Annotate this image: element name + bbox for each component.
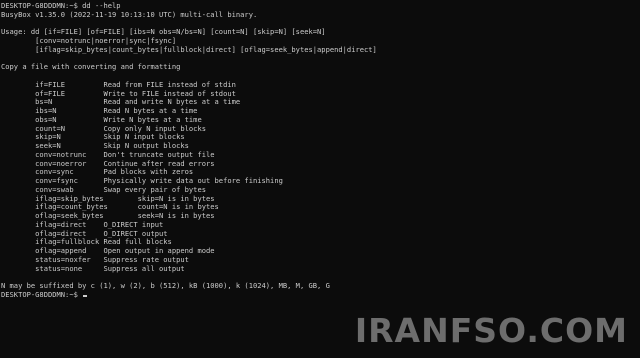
command-prompt[interactable]: DESKTOP-G8DDDMN:~$: [1, 291, 637, 300]
output-line: count=N Copy only N input blocks: [1, 124, 206, 133]
terminal-window[interactable]: DESKTOP-G8DDDMN:~$ dd --help BusyBox v1.…: [0, 0, 640, 358]
output-line: Copy a file with converting and formatti…: [1, 63, 181, 72]
text-cursor: [83, 294, 88, 297]
output-line: [iflag=skip_bytes|count_bytes|fullblock|…: [1, 45, 377, 54]
output-line: skip=N Skip N input blocks: [1, 133, 185, 142]
output-line: DESKTOP-G8DDDMN:~$ dd --help: [1, 2, 121, 10]
output-line: oflag=direct O_DIRECT output: [1, 229, 168, 238]
output-line: iflag=skip_bytes skip=N is in bytes: [1, 194, 215, 203]
watermark-logo: IRANFSO.COM: [354, 311, 628, 350]
output-line: iflag=count_bytes count=N is in bytes: [1, 203, 219, 212]
output-line: [conv=notrunc|noerror|sync|fsync]: [1, 37, 177, 45]
output-line: of=FILE Write to FILE instead of stdout: [1, 89, 236, 98]
output-line: conv=notrunc Don't truncate output file: [1, 150, 215, 159]
output-line: obs=N Write N bytes at a time: [1, 115, 202, 124]
output-line: ibs=N Read N bytes at a time: [1, 107, 198, 115]
prompt-text: DESKTOP-G8DDDMN:~$: [1, 290, 83, 299]
output-line: status=none Suppress all output: [1, 264, 185, 273]
output-line: seek=N Skip N output blocks: [1, 142, 189, 150]
terminal-output: DESKTOP-G8DDDMN:~$ dd --help BusyBox v1.…: [1, 2, 637, 300]
output-line: conv=fsync Physically write data out bef…: [1, 177, 283, 185]
output-line: iflag=fullblock Read full blocks: [1, 238, 172, 247]
output-line: conv=sync Pad blocks with zeros: [1, 168, 194, 177]
output-line: Usage: dd [if=FILE] [of=FILE] [ibs=N obs…: [1, 28, 326, 37]
output-line: oflag=append Open output in append mode: [1, 247, 215, 255]
output-line: conv=swab Swap every pair of bytes: [1, 185, 206, 194]
output-line: if=FILE Read from FILE instead of stdin: [1, 80, 236, 89]
output-line: status=noxfer Suppress rate output: [1, 255, 189, 264]
output-line: bs=N Read and write N bytes at a time: [1, 98, 241, 107]
output-line: iflag=direct O_DIRECT input: [1, 220, 164, 229]
output-line: N may be suffixed by c (1), w (2), b (51…: [1, 282, 330, 290]
output-line: BusyBox v1.35.0 (2022-11-19 10:13:10 UTC…: [1, 10, 258, 19]
output-line: oflag=seek_bytes seek=N is in bytes: [1, 212, 215, 220]
output-line: conv=noerror Continue after read errors: [1, 159, 215, 168]
